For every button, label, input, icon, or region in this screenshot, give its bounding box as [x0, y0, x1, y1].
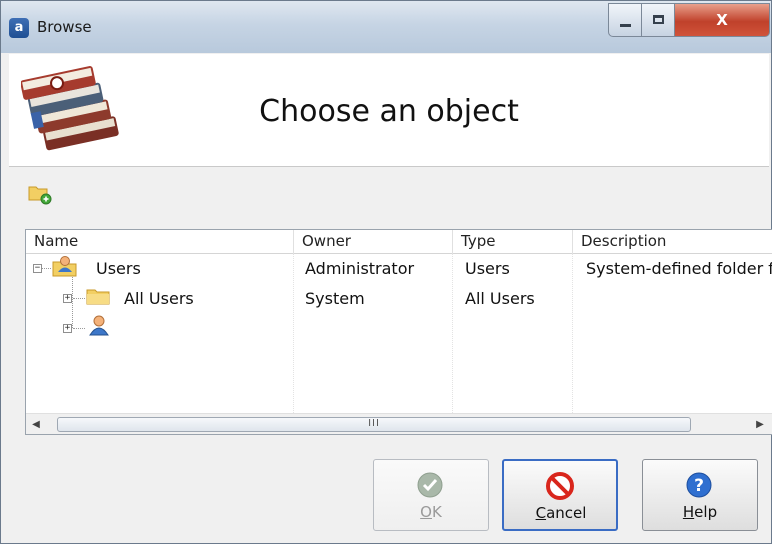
dialog-header: Choose an object [9, 54, 769, 167]
column-header-owner[interactable]: Owner [294, 230, 453, 253]
maximize-icon [653, 15, 664, 24]
object-list[interactable]: Name Owner Type Description − Users Admi… [25, 229, 772, 435]
svg-text:?: ? [694, 476, 704, 496]
maximize-button[interactable] [641, 3, 675, 37]
expand-toggle[interactable]: + [63, 294, 72, 303]
column-header-description[interactable]: Description [573, 230, 772, 253]
row-description: System-defined folder f [586, 259, 772, 278]
scroll-thumb[interactable]: III [57, 417, 691, 432]
cancel-label: Cancel [535, 504, 587, 522]
expand-toggle[interactable]: + [63, 324, 72, 333]
row-name: All Users [124, 289, 194, 308]
minimize-icon [620, 24, 631, 27]
help-label: Help [682, 503, 718, 521]
window-title: Browse [37, 18, 92, 36]
browse-dialog: a Browse X Choose an object Name Owner T… [0, 0, 772, 544]
column-header-type[interactable]: Type [453, 230, 573, 253]
cancel-button[interactable]: Cancel [502, 459, 618, 531]
row-type: All Users [465, 289, 535, 308]
scroll-left-arrow[interactable]: ◀ [28, 417, 44, 432]
user-icon [89, 315, 109, 336]
help-button[interactable]: ? Help [642, 459, 758, 531]
app-icon: a [9, 18, 29, 38]
list-header: Name Owner Type Description [26, 230, 772, 254]
collapse-toggle[interactable]: − [33, 264, 42, 273]
horizontal-scrollbar[interactable]: ◀ III ▶ [26, 413, 772, 434]
close-button[interactable]: X [674, 3, 770, 37]
title-bar[interactable]: a Browse X [1, 1, 771, 53]
row-type: Users [465, 259, 510, 278]
ok-label: OK [420, 503, 442, 521]
help-icon: ? [686, 472, 712, 498]
folder-icon [86, 289, 110, 305]
new-folder-icon [28, 186, 52, 205]
column-header-name[interactable]: Name [26, 230, 294, 253]
row-owner: System [305, 289, 365, 308]
cancel-icon [546, 472, 574, 500]
row-name: Users [96, 259, 141, 278]
checkmark-icon [417, 472, 443, 498]
minimize-button[interactable] [608, 3, 642, 37]
row-owner: Administrator [305, 259, 415, 278]
new-folder-button[interactable] [27, 183, 53, 205]
users-folder-icon [52, 256, 77, 277]
ok-button[interactable]: OK [373, 459, 489, 531]
page-title: Choose an object [259, 94, 519, 129]
scroll-right-arrow[interactable]: ▶ [752, 417, 768, 432]
close-icon: X [716, 11, 728, 29]
